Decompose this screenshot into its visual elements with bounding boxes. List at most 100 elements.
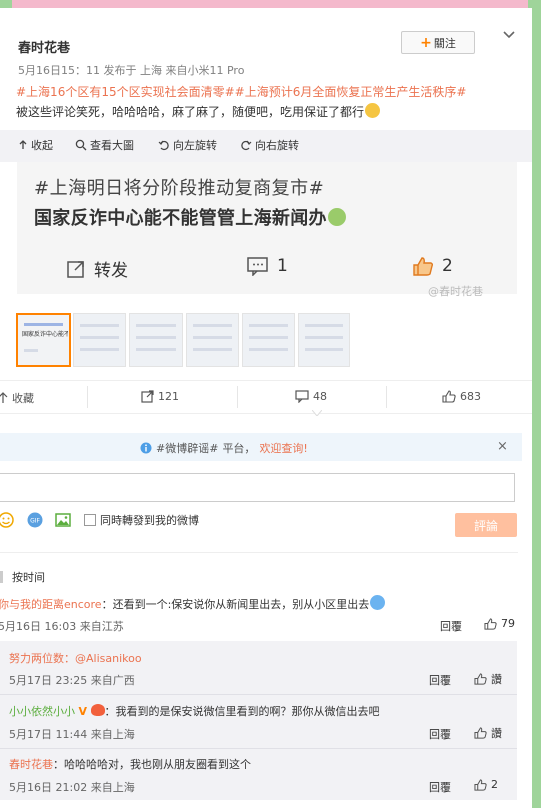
- image-like: 2: [412, 256, 453, 276]
- thumb-line: [136, 324, 176, 327]
- reply-text: 努力两位数：@Alisanikoo: [9, 650, 142, 666]
- divider: [0, 748, 517, 749]
- chevron-down-icon[interactable]: [501, 26, 517, 42]
- notice-link[interactable]: 欢迎查询!: [259, 440, 307, 456]
- reply-username[interactable]: 努力两位数: [9, 652, 64, 665]
- image-text-headline: 国家反诈中心能不能管管上海新闻办: [34, 204, 346, 230]
- like-button[interactable]: 683: [442, 390, 481, 403]
- thumb-line: [249, 324, 288, 327]
- divider: [87, 386, 88, 408]
- thumbnail-3[interactable]: [129, 313, 183, 367]
- reply-meta: 5月17日 11:44 来自上海: [9, 728, 135, 741]
- thumbnail-6[interactable]: [298, 313, 350, 367]
- repost-checkbox[interactable]: [84, 514, 96, 526]
- reply-button[interactable]: 回覆: [440, 618, 462, 634]
- reply-meta: 5月17日 23:25 来自广西: [9, 674, 135, 687]
- comment-count: 48: [313, 390, 327, 403]
- reply-like-button[interactable]: 讚: [474, 725, 502, 741]
- thumb-line: [80, 336, 119, 339]
- arrow-up-icon: [0, 392, 8, 403]
- view-large-label: 查看大圖: [90, 139, 134, 152]
- reply-body[interactable]: ：@Alisanikoo: [64, 652, 142, 665]
- thumb-line: [24, 323, 63, 326]
- thumbnail-2[interactable]: [73, 313, 126, 367]
- image-text-hashtag: #上海明日将分阶段推动复商复市#: [34, 178, 325, 199]
- pointer-arrow-icon: [312, 410, 322, 416]
- reply-text: 小小依然小小 V ：我看到的是保安说微信里看到的啊？那你从微信出去吧: [9, 703, 380, 719]
- thumb-line: [136, 348, 176, 351]
- thumb-line: [80, 348, 119, 351]
- thumb-line: [249, 348, 288, 351]
- emoji-picker-icon[interactable]: [0, 512, 14, 528]
- reply-button[interactable]: 回覆: [429, 726, 451, 742]
- collect-label: 收藏: [12, 392, 34, 405]
- follow-button[interactable]: + 關注: [401, 31, 475, 54]
- emoji-icon: [370, 595, 386, 610]
- reply-body: ：哈哈哈哈对，我也刚从朋友圈看到这个: [53, 758, 251, 771]
- forward-icon: [141, 390, 154, 403]
- reply-text: 舂时花巷：哈哈哈哈对，我也刚从朋友圈看到这个: [9, 756, 251, 772]
- gif-icon[interactable]: GIF: [27, 512, 43, 528]
- thumbs-up-icon: [474, 778, 487, 791]
- submit-comment-button[interactable]: 評論: [455, 513, 517, 537]
- image-comment: 1: [247, 256, 288, 276]
- comment-input[interactable]: [0, 473, 515, 502]
- thumbnail-1[interactable]: 国家反诈中心能不能管管上海新闻办: [16, 313, 71, 367]
- comment-meta: 5月16日 16:03 来自江苏: [0, 620, 124, 633]
- collect-button[interactable]: 收藏: [0, 390, 34, 406]
- image-forward: 转发: [66, 256, 128, 281]
- image-watermark: @舂时花巷: [428, 285, 483, 298]
- post-body: 被这些评论笑死，哈哈哈哈，麻了麻了，随便吧，吃用保证了都行: [16, 105, 365, 119]
- reply-button[interactable]: 回覆: [429, 779, 451, 795]
- page-top-decoration: [12, 0, 528, 8]
- thumb-line: [193, 336, 232, 339]
- emoji-icon: [365, 103, 381, 118]
- divider: [237, 386, 238, 408]
- sort-by-time-tab[interactable]: 按时间: [12, 569, 45, 585]
- image-upload-icon[interactable]: [55, 512, 71, 528]
- sort-separator: [0, 571, 3, 583]
- rotate-right-icon: [241, 140, 252, 151]
- rotate-left-button[interactable]: 向左旋转: [158, 137, 217, 153]
- rotate-right-button[interactable]: 向右旋转: [240, 137, 299, 153]
- image-comment-count: 1: [277, 256, 288, 276]
- thumb-line: [305, 324, 343, 327]
- verified-v-icon: V: [78, 705, 88, 718]
- close-icon[interactable]: ×: [497, 439, 508, 454]
- divider: [386, 386, 387, 408]
- thumb-line: [193, 324, 232, 327]
- notice-tag[interactable]: #微博辟谣#: [156, 440, 218, 456]
- reply-body: ：我看到的是保安说微信里看到的啊？那你从微信出去吧: [104, 705, 380, 718]
- forward-icon: [67, 260, 84, 278]
- hashtag-link[interactable]: #上海16个区有15个区实现社会面清零#: [16, 85, 235, 99]
- hashtag-link[interactable]: #上海预计6月全面恢复正常生产生活秩序#: [235, 85, 467, 99]
- search-icon: [75, 139, 87, 151]
- thumbnail-4[interactable]: [186, 313, 239, 367]
- reply-button[interactable]: 回覆: [429, 672, 451, 688]
- view-large-button[interactable]: 查看大圖: [75, 137, 134, 153]
- post-meta: 5月16日15：11 发布于 上海 来自小米11 Pro: [18, 64, 245, 77]
- comment-icon: [247, 257, 268, 276]
- reply-username[interactable]: 小小依然小小: [9, 705, 75, 718]
- reply-like-button[interactable]: 讚: [474, 671, 502, 687]
- svg-text:GIF: GIF: [30, 518, 40, 525]
- comment-username[interactable]: 你与我的距离encore: [0, 598, 102, 611]
- reply-like-button[interactable]: 2: [474, 778, 498, 791]
- comment-icon: [295, 390, 309, 403]
- collapse-button[interactable]: 收起: [18, 137, 53, 153]
- thumbnail-5[interactable]: [242, 313, 295, 367]
- thumb-line: [305, 348, 343, 351]
- image-headline-text: 国家反诈中心能不能管管上海新闻办: [34, 208, 327, 229]
- thumbs-up-icon: [442, 390, 456, 403]
- forward-button[interactable]: 121: [141, 390, 179, 403]
- thumbs-up-icon: [474, 727, 487, 739]
- comment-button[interactable]: 48: [295, 390, 327, 403]
- like-count: 683: [460, 390, 481, 403]
- comment-like-button[interactable]: 79: [484, 617, 515, 630]
- arrow-up-icon: [19, 140, 27, 149]
- thumb-line: [24, 349, 38, 352]
- reply-username[interactable]: 舂时花巷: [9, 758, 53, 771]
- author-name[interactable]: 舂时花巷: [18, 37, 70, 56]
- collapse-label: 收起: [31, 139, 53, 152]
- thumb-line: [249, 336, 288, 339]
